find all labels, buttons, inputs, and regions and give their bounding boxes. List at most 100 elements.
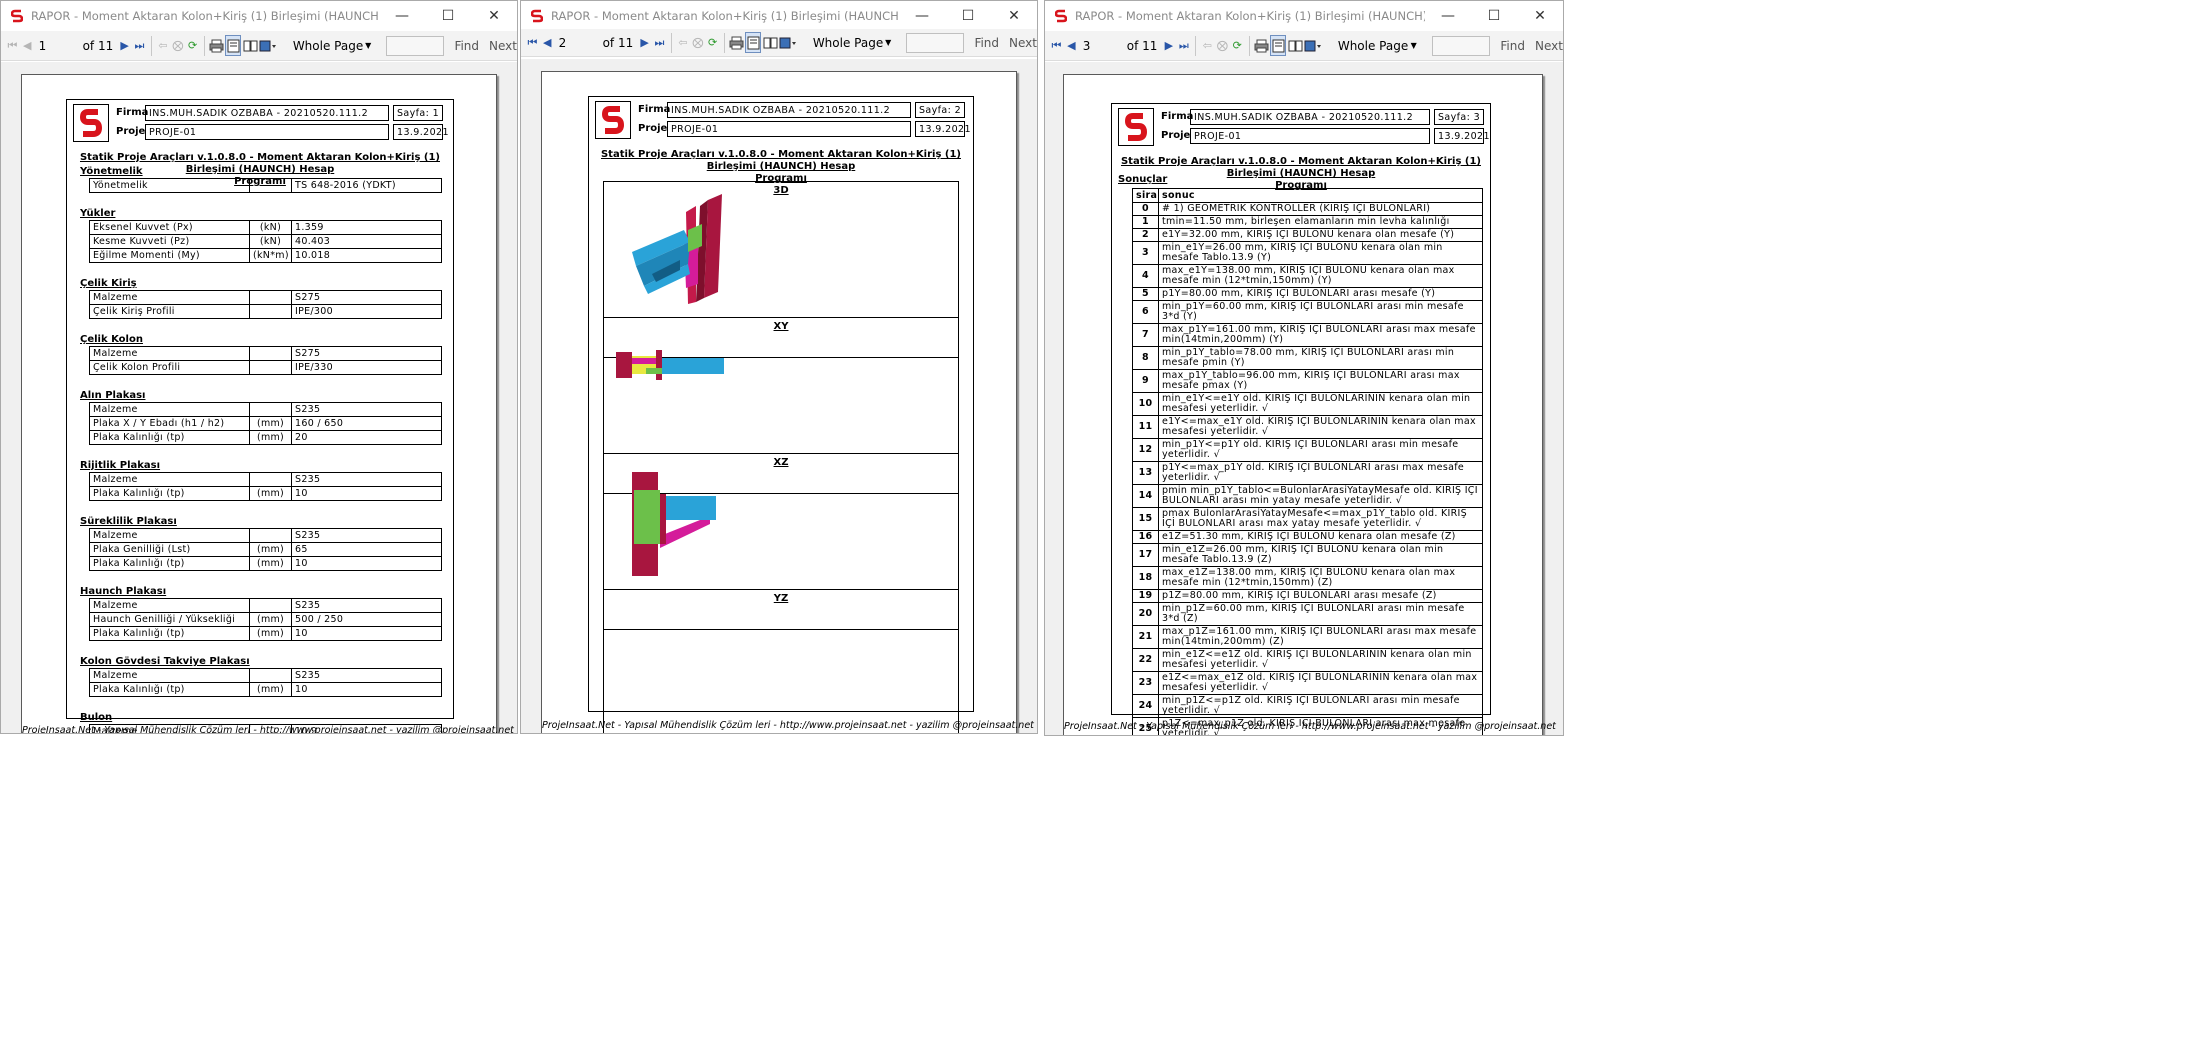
section-table: Malzeme S235 Haunch Genilliği / Yüksekliği… [89, 598, 442, 641]
param-value: 65 [291, 542, 442, 557]
find-link[interactable]: Find [454, 39, 479, 53]
find-input[interactable] [1431, 35, 1491, 56]
next-page-icon[interactable]: ▶ [1161, 35, 1176, 57]
table-row: 16 e1Z=51.30 mm, KİRİŞ İÇİ BULONU kenara … [1132, 530, 1483, 544]
first-page-icon[interactable]: ⏮ [5, 35, 20, 57]
maximize-button[interactable]: ☐ [945, 1, 991, 31]
next-link[interactable]: Next [1535, 39, 1563, 53]
maximize-button[interactable]: ☐ [1471, 1, 1517, 31]
window-title: RAPOR - Moment Aktaran Kolon+Kiriş (1) B… [1075, 9, 1425, 23]
param-label: Kesme Kuvveti (Pz) [89, 234, 250, 249]
report-viewport[interactable]: Firma Proje INS.MUH.SADIK OZBABA - 20210… [1045, 62, 1563, 735]
print-layout-icon[interactable] [225, 35, 242, 56]
param-unit [249, 472, 292, 487]
page-number-input[interactable] [1078, 35, 1119, 56]
close-button[interactable]: ✕ [1517, 1, 1563, 31]
param-label: Malzeme [89, 346, 250, 361]
section-title: Yönetmelik [80, 166, 143, 177]
title-bar[interactable]: RAPOR - Moment Aktaran Kolon+Kiriş (1) B… [1, 1, 517, 31]
table-row: 24 min_p1Z<=p1Z old. KİRİŞ İÇİ BULONLARI … [1132, 694, 1483, 718]
table-row: Yönetmelik TS 648-2016 (YDKT) [89, 178, 442, 193]
next-link[interactable]: Next [489, 39, 517, 53]
export-icon[interactable] [259, 35, 277, 56]
param-unit: (kN*m) [249, 248, 292, 263]
export-icon[interactable] [1304, 35, 1322, 56]
page-setup-icon[interactable] [242, 35, 258, 56]
find-input[interactable] [386, 35, 445, 56]
back-icon[interactable]: ⇦ [156, 35, 171, 57]
export-icon[interactable] [779, 32, 797, 53]
date-value: 13.9.2021 [915, 121, 971, 137]
next-link[interactable]: Next [1009, 36, 1037, 50]
report-window-1: RAPOR - Moment Aktaran Kolon+Kiriş (1) B… [0, 0, 518, 734]
print-icon[interactable] [209, 35, 225, 56]
last-page-icon[interactable]: ⏭ [652, 32, 667, 54]
zoom-select[interactable]: Whole Page ▼ [286, 36, 376, 56]
last-page-icon[interactable]: ⏭ [1176, 35, 1191, 57]
table-row: Kesme Kuvveti (Pz) (kN) 40.403 [89, 234, 442, 249]
refresh-icon[interactable]: ⟳ [185, 35, 200, 57]
zoom-select[interactable]: Whole Page ▼ [1331, 36, 1422, 56]
table-row: Malzeme S235 [89, 528, 442, 543]
row-result: min_e1Z=26.00 mm, KİRİŞ İÇİ BULONU kenar… [1158, 543, 1483, 567]
first-page-icon[interactable]: ⏮ [525, 32, 540, 54]
row-number: 15 [1132, 507, 1159, 531]
table-row: 15 pmax BulonlarArasiYatayMesafe<=max_p1Y… [1132, 507, 1483, 531]
print-layout-icon[interactable] [745, 32, 762, 53]
maximize-button[interactable]: ☐ [425, 1, 471, 31]
stop-icon[interactable]: ⨂ [690, 32, 705, 54]
minimize-button[interactable]: — [1425, 1, 1471, 31]
page-number-input[interactable] [554, 32, 595, 53]
app-logo-icon [9, 8, 25, 24]
print-icon[interactable] [1253, 35, 1269, 56]
next-page-icon[interactable]: ▶ [117, 35, 132, 57]
table-row: 5 p1Y=80.00 mm, KİRİŞ İÇİ BULONLARI arası… [1132, 287, 1483, 301]
page-number-input[interactable] [34, 35, 75, 56]
report-viewport[interactable]: Firma Proje INS.MUH.SADIK OZBABA - 20210… [1, 62, 517, 733]
table-row: 2 e1Y=32.00 mm, KİRİŞ İÇİ BULONU kenara o… [1132, 228, 1483, 242]
param-label: Plaka Kalınlığı (tp) [89, 556, 250, 571]
report-window-3: RAPOR - Moment Aktaran Kolon+Kiriş (1) B… [1044, 0, 1564, 736]
prev-page-icon[interactable]: ◀ [20, 35, 35, 57]
find-input[interactable] [906, 32, 965, 53]
prev-page-icon[interactable]: ◀ [540, 32, 555, 54]
title-bar[interactable]: RAPOR - Moment Aktaran Kolon+Kiriş (1) B… [1045, 1, 1563, 31]
find-link[interactable]: Find [1500, 39, 1525, 53]
stop-icon[interactable]: ⨂ [170, 35, 185, 57]
last-page-icon[interactable]: ⏭ [132, 35, 147, 57]
close-button[interactable]: ✕ [991, 1, 1037, 31]
stop-icon[interactable]: ⨂ [1215, 35, 1230, 57]
refresh-icon[interactable]: ⟳ [1230, 35, 1245, 57]
close-button[interactable]: ✕ [471, 1, 517, 31]
date-value: 13.9.2021 [393, 124, 449, 140]
zoom-select[interactable]: Whole Page ▼ [806, 33, 896, 53]
find-link[interactable]: Find [974, 36, 999, 50]
first-page-icon[interactable]: ⏮ [1049, 35, 1064, 57]
refresh-icon[interactable]: ⟳ [705, 32, 720, 54]
report-viewport[interactable]: Firma Proje INS.MUH.SADIK OZBABA - 20210… [521, 59, 1037, 733]
table-row: Eğilme Momenti (My) (kN*m) 10.018 [89, 248, 442, 263]
row-result: max_p1Z=161.00 mm, KİRİŞ İÇİ BULONLARI a… [1158, 625, 1483, 649]
print-layout-icon[interactable] [1270, 35, 1287, 56]
param-unit [249, 178, 292, 193]
page-setup-icon[interactable] [1287, 35, 1303, 56]
param-value: S235 [291, 402, 442, 417]
section-title-sonuclar: Sonuçlar [1118, 174, 1168, 185]
row-number: 19 [1132, 589, 1159, 603]
minimize-button[interactable]: — [379, 1, 425, 31]
print-icon[interactable] [729, 32, 745, 53]
row-result: e1Z<=max_e1Z old. KİRİŞ İÇİ BULONLARININ… [1158, 671, 1483, 695]
next-page-icon[interactable]: ▶ [637, 32, 652, 54]
section-table: Malzeme S235 Plaka Genilliği (Lst) (mm) 65 Pl… [89, 528, 442, 571]
row-result: p1Y<=max_p1Y old. KİRİŞ İÇİ BULONLARI ar… [1158, 461, 1483, 485]
prev-page-icon[interactable]: ◀ [1064, 35, 1079, 57]
back-icon[interactable]: ⇦ [1200, 35, 1215, 57]
minimize-button[interactable]: — [899, 1, 945, 31]
param-label: Malzeme [89, 290, 250, 305]
report-toolbar: ⏮ ◀ of 11 ▶ ⏭ ⇦ ⨂ ⟳ Whole Page▼ Find Nex… [521, 29, 1037, 57]
title-bar[interactable]: RAPOR - Moment Aktaran Kolon+Kiriş (1) B… [521, 1, 1037, 31]
param-value: S235 [291, 528, 442, 543]
back-icon[interactable]: ⇦ [676, 32, 691, 54]
sayfa-value: Sayfa: 2 [915, 102, 965, 118]
page-setup-icon[interactable] [762, 32, 778, 53]
